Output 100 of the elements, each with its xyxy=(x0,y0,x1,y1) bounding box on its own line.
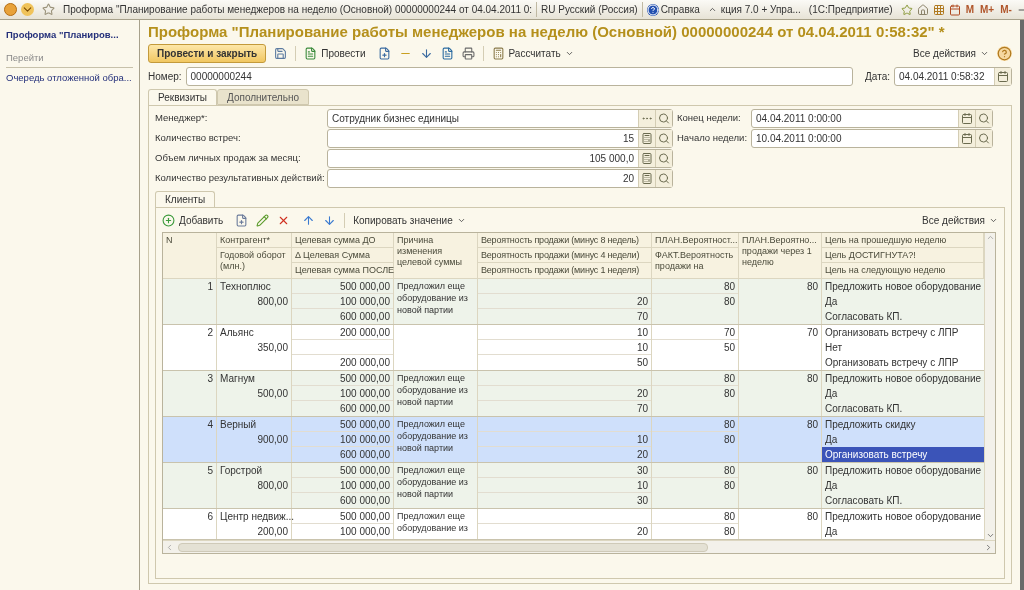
column-header[interactable]: Контрагент* xyxy=(217,233,292,248)
all-actions-button[interactable]: Все действия xyxy=(913,46,989,61)
column-header[interactable]: N xyxy=(163,233,217,279)
copy-icon[interactable] xyxy=(235,213,249,227)
column-header[interactable]: ПЛАН.Вероятност... xyxy=(652,233,739,248)
column-header[interactable]: Δ Целевая Сумма xyxy=(292,248,394,263)
search-icon[interactable] xyxy=(655,130,672,147)
table-cell-text: 80 xyxy=(805,418,819,432)
table-cell-text: 80 xyxy=(722,525,736,539)
table-cell-text: 600 000,00 xyxy=(338,402,391,416)
memory-button[interactable]: M- xyxy=(999,2,1013,17)
calendar-icon[interactable] xyxy=(948,3,961,16)
scroll-down-icon[interactable] xyxy=(985,531,995,540)
table-cell-text: 100 000,00 xyxy=(338,479,391,493)
search-icon[interactable] xyxy=(655,150,672,167)
table-row[interactable]: 3 Магнум 500,00 500 000,00 100 000,00 600 000,00 Предложил еще оборудование из новой партии 20 70 80 80 80 Предложить новое оборудование Да Согласовать КП. xyxy=(163,371,984,417)
scroll-right-icon[interactable] xyxy=(984,542,993,552)
input-field[interactable]: 20 xyxy=(327,169,673,188)
calendar-icon[interactable] xyxy=(958,130,975,147)
scroll-icon[interactable] xyxy=(707,5,717,14)
input-field[interactable]: 15 xyxy=(327,129,673,148)
table-cell-text: Центр недвиж... xyxy=(219,510,291,524)
column-header[interactable]: Годовой оборот (млн.) xyxy=(217,248,292,279)
star-icon[interactable] xyxy=(900,3,913,16)
home-icon[interactable] xyxy=(916,3,929,16)
table-row[interactable]: 6 Центр недвиж... 200,00 500 000,00 100 000,00 Предложил еще оборудование из 20 80 80 80 Предложить новое оборудование Да xyxy=(163,509,984,540)
scroll-left-icon[interactable] xyxy=(165,542,174,552)
column-header[interactable]: ФАКТ.Вероятность продажи на xyxy=(652,248,739,279)
language-indicator[interactable]: RU Русский (Россия) xyxy=(536,2,643,17)
table-cell-text: Да xyxy=(824,433,839,447)
table-cell-text: Предложил еще оборудование из xyxy=(396,510,469,534)
scroll-up-icon[interactable] xyxy=(985,233,995,242)
input-field[interactable]: 04.04.2011 0:58:32 xyxy=(894,67,1012,86)
sidebar-title[interactable]: Проформа "Планиров... xyxy=(6,28,119,43)
post-and-close-button[interactable]: Провести и закрыть xyxy=(148,44,267,63)
table-cell-text: 600 000,00 xyxy=(338,310,391,324)
help-icon[interactable] xyxy=(997,46,1012,61)
report-icon[interactable] xyxy=(440,47,454,60)
column-header[interactable]: Цель ДОСТИГНУТА?! xyxy=(822,248,984,263)
column-header[interactable]: Целевая сумма ПОСЛЕ xyxy=(292,263,394,279)
pencil-icon[interactable] xyxy=(256,213,270,227)
copy-value-button[interactable]: Копировать значение xyxy=(344,212,466,228)
table-row[interactable]: 1 Техноплюс 800,00 500 000,00 100 000,00 600 000,00 Предложил еще оборудование из новой партии 20 70 80 80 80 Предложить новое оборудование Да Согласовать КП. xyxy=(163,279,984,325)
search-icon[interactable] xyxy=(655,170,672,187)
save-icon[interactable] xyxy=(274,47,288,60)
table-row[interactable]: 2 Альянс 350,00 200 000,00 200 000,00 10 10 50 70 50 70 Организовать встречу с ЛПР Нет Организовать встречу с ЛПР xyxy=(163,325,984,371)
horizontal-scrollbar[interactable] xyxy=(163,540,995,553)
table-cell-text: 80 xyxy=(722,464,736,478)
app-logo-icon[interactable] xyxy=(4,3,17,16)
input-field[interactable]: 10.04.2011 0:00:00 xyxy=(751,129,993,148)
arrow-up-icon[interactable] xyxy=(302,213,316,227)
input-field[interactable]: 04.04.2011 0:00:00 xyxy=(751,109,993,128)
column-header[interactable]: Цель на следующую неделю xyxy=(822,263,984,279)
memory-button[interactable]: M+ xyxy=(979,2,996,17)
field-label: Конец недели: xyxy=(677,111,742,126)
vertical-scrollbar[interactable] xyxy=(984,233,995,540)
star-icon[interactable] xyxy=(42,3,55,16)
table-cell-text: Организовать встречу с ЛПР xyxy=(824,326,960,340)
table-cell-text: 6 xyxy=(206,510,214,524)
table-cell-text: Согласовать КП. xyxy=(824,402,904,416)
input-field[interactable]: Сотрудник бизнес единицы xyxy=(327,109,673,128)
document-icon[interactable] xyxy=(377,47,391,60)
tab[interactable]: Клиенты xyxy=(155,191,216,207)
arrow-down-icon[interactable] xyxy=(323,213,337,227)
column-header[interactable]: Вероятность продажи (минус 4 недели) xyxy=(478,248,652,263)
column-header[interactable]: Причина изменения целевой суммы xyxy=(394,233,478,279)
table-cell-text: 1 xyxy=(206,280,214,294)
tab[interactable]: Дополнительно xyxy=(217,89,309,105)
search-icon[interactable] xyxy=(975,110,992,127)
post-button[interactable]: Провести xyxy=(295,46,366,61)
memory-button[interactable]: M xyxy=(964,2,976,17)
table-cell-text: 80 xyxy=(805,510,819,524)
add-button[interactable]: Добавить xyxy=(162,212,224,228)
window-caption: (1С:Предприятие) xyxy=(808,3,893,17)
input-field[interactable]: 105 000,0 xyxy=(327,149,673,168)
tab[interactable]: Реквизиты xyxy=(148,89,217,105)
calendar-icon[interactable] xyxy=(994,68,1011,85)
table-cell-text: 4 xyxy=(206,418,214,432)
column-header[interactable]: Вероятность продажи (минус 8 недель) xyxy=(478,233,652,248)
search-icon[interactable] xyxy=(655,110,672,127)
sort-icon[interactable] xyxy=(419,47,433,60)
search-icon[interactable] xyxy=(975,130,992,147)
input-field[interactable]: 00000000244 xyxy=(185,67,854,86)
table-cell-text: 70 xyxy=(805,326,819,340)
column-header[interactable]: Вероятность продажи (минус 1 неделя) xyxy=(478,263,652,279)
column-header[interactable]: Цель на прошедшую неделю xyxy=(822,233,984,248)
table-row[interactable]: 4 Верный 900,00 500 000,00 100 000,00 600 000,00 Предложил еще оборудование из новой партии 10 20 80 80 80 Предложить скидку Да Организовать встречу xyxy=(163,417,984,463)
all-actions-button[interactable]: Все действия xyxy=(922,212,998,228)
printer-icon[interactable] xyxy=(461,47,475,60)
table-row[interactable]: 5 Горстрой 800,00 500 000,00 100 000,00 600 000,00 Предложил еще оборудование из новой партии 30 10 30 80 80 80 Предложить новое оборудование Да Согласовать КП. xyxy=(163,463,984,509)
scroll-thumb[interactable] xyxy=(178,542,708,552)
table-cell-text: Альянс xyxy=(219,326,255,340)
sidebar-item[interactable]: Очередь отложенной обра... xyxy=(6,70,132,85)
calculate-button[interactable]: Рассчитать xyxy=(482,46,574,61)
column-header[interactable]: Целевая сумма ДО xyxy=(292,233,394,248)
calendar-icon[interactable] xyxy=(958,110,975,127)
menu-icon[interactable] xyxy=(21,3,34,16)
table-cell-text: 30 xyxy=(635,464,649,478)
column-header[interactable]: ПЛАН.Вероятно... продажи через 1 неделю xyxy=(739,233,822,279)
help-link[interactable]: Справка xyxy=(646,2,700,17)
